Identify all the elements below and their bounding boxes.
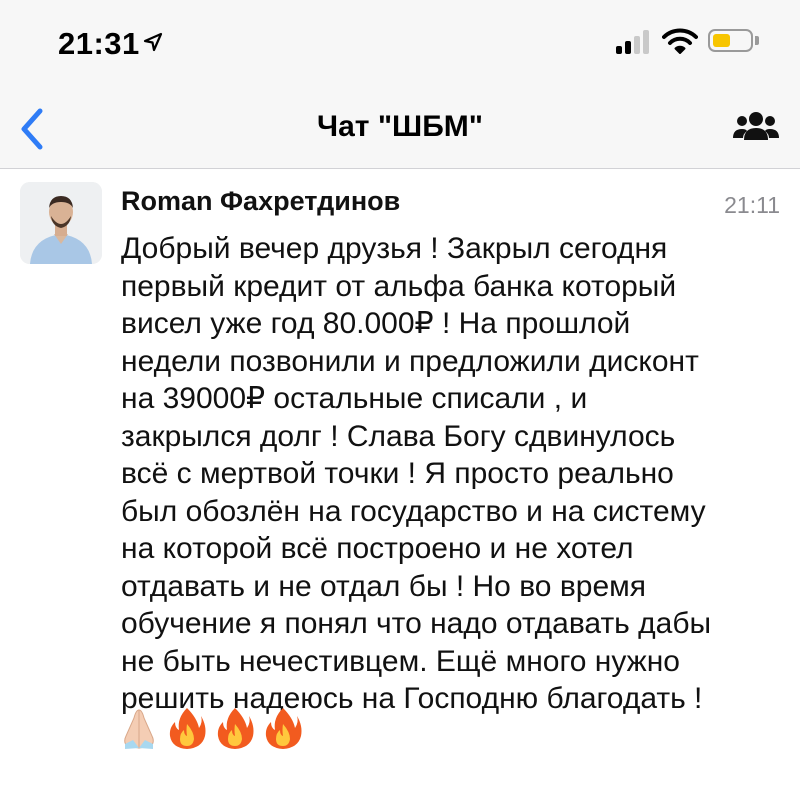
avatar-photo [20,182,102,264]
message-line: на 39000₽ остальные списали , и [121,382,588,415]
status-time: 21:31 [58,26,140,61]
message-line: закрылся долг ! Слава Богу сдвинулось [121,419,676,453]
chat-title: Чат "ШБМ" [317,110,483,143]
message-line: обучение я понял что надо отдавать дабы [121,607,712,640]
message-line: на которой всё построено и не хотел [121,532,634,565]
emoji-row [119,706,319,752]
message-time: 21:11 [724,192,780,218]
praying-hands-emoji [124,709,154,749]
group-icon[interactable] [733,110,779,142]
top-bar: 21:31 Чат "ШБМ" [0,0,800,169]
message-line: не быть нечестивцем. Ещё много нужно [121,644,680,678]
cellular-signal-icon [616,28,656,54]
battery-level [713,34,730,47]
message-line: висел уже год 80.000₽ ! На прошлой [121,307,631,340]
battery-icon [708,29,753,52]
message-line: отдавать и не отдал бы ! Но во время [121,569,646,603]
avatar[interactable] [20,182,102,264]
battery-cap [755,36,759,45]
message-line: первый кредит от альфа банка который [121,269,677,303]
message-text: Добрый вечер друзья ! Закрыл сегодня пер… [121,230,786,718]
message-line: был обозлён на государство и на систему [121,494,706,528]
message-line: всё с мертвой точки ! Я просто реально [121,457,674,490]
message-line: недели позвонили и предложили дисконт [121,344,699,378]
message-line: Добрый вечер друзья ! Закрыл сегодня [121,232,668,265]
wifi-icon [662,28,698,54]
fire-emoji [169,708,206,749]
sender-name[interactable]: Roman Фахретдинов [121,186,400,217]
fire-emoji [265,708,302,749]
location-arrow-icon [143,32,163,52]
fire-emoji [217,708,254,749]
